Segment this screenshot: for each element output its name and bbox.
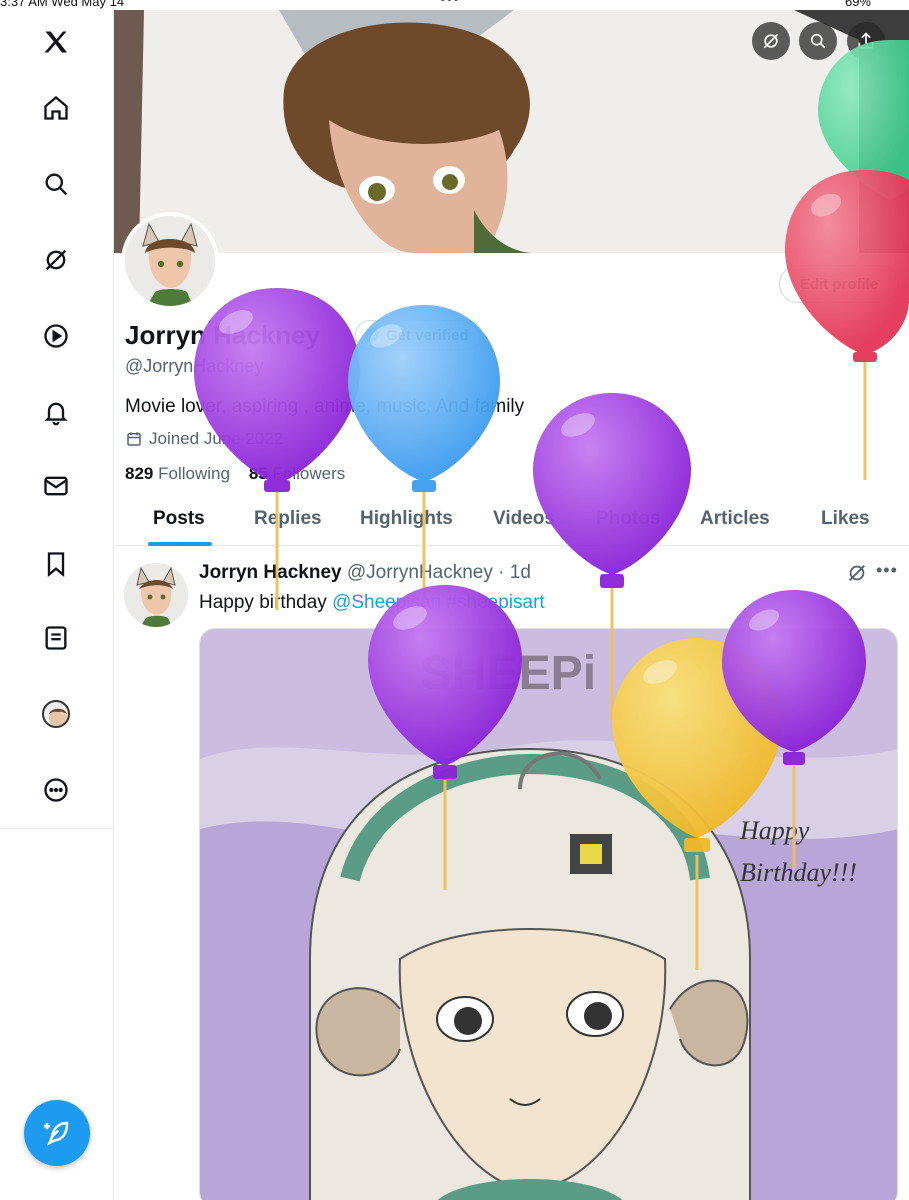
media-happy-text: Happy: [739, 816, 810, 845]
profile-bio: Movie lover, aspiring , anime, music, An…: [125, 396, 525, 417]
status-time: 3:37 AM Wed May 14: [0, 0, 125, 9]
profile-stats: 829 Following 85 Followers: [125, 464, 345, 484]
tab-photos[interactable]: Photos: [596, 508, 660, 530]
post-body: Happy birthday: [199, 592, 333, 613]
media-birthday-text: Birthday!!!: [740, 858, 857, 887]
post-grok-icon[interactable]: [846, 562, 868, 584]
banner-search-button[interactable]: [799, 22, 837, 60]
battery-status: 69%: [844, 0, 871, 9]
lists-icon[interactable]: [32, 614, 80, 662]
post-separator: ·: [498, 562, 505, 583]
get-verified-button[interactable]: Get verified: [355, 320, 482, 350]
home-icon[interactable]: [32, 84, 80, 132]
joined-date: Joined June 2022: [125, 429, 283, 449]
more-icon[interactable]: [32, 766, 80, 814]
profile-banner[interactable]: [114, 10, 909, 253]
followers-link[interactable]: 85 Followers: [249, 464, 345, 483]
x-logo-icon[interactable]: [32, 18, 80, 66]
status-bar: 3:37 AM Wed May 14 ••• 69%: [0, 0, 909, 10]
messages-icon[interactable]: [32, 462, 80, 510]
verified-badge-icon: [364, 326, 380, 344]
compose-post-icon: [43, 1121, 69, 1146]
tab-articles[interactable]: Articles: [700, 508, 770, 530]
calendar-icon: [127, 432, 141, 446]
bookmarks-icon[interactable]: [32, 540, 80, 588]
post-author-avatar[interactable]: [124, 563, 188, 627]
notifications-icon[interactable]: [32, 388, 80, 436]
following-link[interactable]: 829 Following: [125, 464, 230, 483]
banner-share-button[interactable]: [847, 22, 885, 60]
tab-replies[interactable]: Replies: [254, 508, 322, 530]
following-label: Following: [158, 464, 230, 483]
post-mention[interactable]: @Sheepisan: [332, 592, 441, 613]
profile-avatar[interactable]: [121, 212, 219, 310]
search-icon[interactable]: [32, 160, 80, 208]
post-image[interactable]: SHEEPi Happy Birthday!!!: [199, 628, 898, 1200]
post-author-handle[interactable]: @JorrynHackney: [347, 562, 493, 583]
tab-likes[interactable]: Likes: [821, 508, 870, 530]
profile-name: Jorryn Hackney: [125, 320, 321, 350]
following-count: 829: [125, 464, 154, 483]
tab-highlights[interactable]: Highlights: [360, 508, 453, 530]
banner-grok-button[interactable]: [752, 22, 790, 60]
video-icon[interactable]: [32, 312, 80, 360]
post-hashtag[interactable]: #sheepisart: [446, 592, 544, 613]
edit-profile-button[interactable]: Edit profile: [779, 265, 899, 303]
profile-handle: @JorrynHackney: [125, 356, 264, 376]
post-more-button[interactable]: •••: [876, 560, 898, 581]
sidebar-nav: [0, 0, 114, 1200]
profile-avatar-icon[interactable]: [32, 690, 80, 738]
multitask-dots[interactable]: •••: [440, 0, 460, 9]
grok-icon[interactable]: [32, 236, 80, 284]
post-time[interactable]: 1d: [510, 562, 531, 583]
profile-tabs: Posts Replies Highlights Videos Photos A…: [114, 500, 909, 546]
followers-label: Followers: [272, 464, 346, 483]
post-text: Happy birthday @Sheepisan #sheepisart: [199, 592, 545, 614]
media-sheepi-text: SHEEPi: [420, 647, 596, 700]
compose-post-button[interactable]: [24, 1100, 90, 1166]
get-verified-label: Get verified: [386, 326, 469, 344]
followers-count: 85: [248, 464, 268, 483]
tab-posts[interactable]: Posts: [153, 508, 205, 530]
post-author-name[interactable]: Jorryn Hackney: [199, 562, 342, 583]
joined-label: Joined June 2022: [149, 429, 284, 448]
active-tab-indicator: [148, 542, 212, 546]
sidebar-divider: [0, 828, 114, 829]
post-header: Jorryn Hackney @JorrynHackney · 1d: [199, 562, 531, 584]
tab-videos[interactable]: Videos: [493, 508, 555, 530]
